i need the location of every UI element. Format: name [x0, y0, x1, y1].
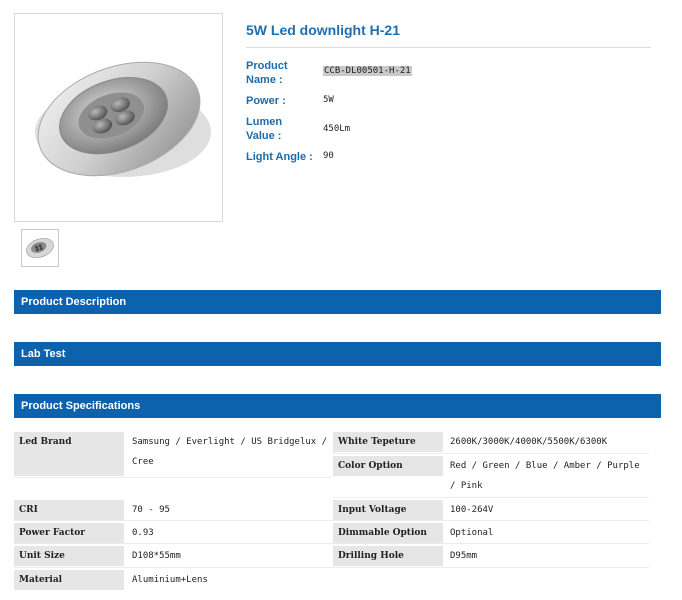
product-thumbnail[interactable]	[21, 229, 59, 267]
spec-label: Material	[14, 570, 124, 590]
field-value: 90	[323, 151, 334, 161]
spec-value: 2600K/3000K/4000K/5500K/6300K	[450, 437, 608, 447]
spec-value: Red / Green / Blue / Amber / Purple / Pi…	[450, 461, 640, 491]
spec-value: Samsung / Everlight / US Bridgelux / Cre…	[132, 437, 328, 467]
spec-label: CRI	[14, 500, 124, 520]
field-label: Lumen Value :	[246, 116, 283, 142]
field-value: CCB-DL00501-H-21	[323, 66, 412, 76]
table-row-divider	[14, 520, 649, 521]
table-row-divider	[333, 453, 649, 454]
field-label: Light Angle :	[246, 151, 313, 163]
title-divider	[246, 47, 651, 48]
table-row-divider	[14, 543, 649, 544]
section-product-specifications[interactable]: Product Specifications	[14, 394, 661, 418]
spec-value: D95mm	[450, 551, 478, 561]
spec-label: Dimmable Option	[333, 523, 443, 543]
spec-label: Led Brand	[14, 432, 124, 476]
spec-value: Aluminium+Lens	[132, 575, 208, 585]
spec-value: 70 - 95	[132, 505, 170, 515]
product-main-image	[14, 13, 223, 222]
spec-value: 0.93	[132, 528, 154, 538]
table-row-divider	[14, 477, 331, 478]
table-row-divider	[333, 497, 649, 498]
spec-label: Unit Size	[14, 546, 124, 566]
spec-label: Drilling Hole	[333, 546, 443, 566]
spec-label: Color Option	[333, 456, 443, 476]
spec-value: Optional	[450, 528, 494, 538]
table-row-divider	[14, 567, 649, 568]
field-value: 450Lm	[323, 124, 351, 134]
product-title: 5W Led downlight H-21	[246, 22, 400, 38]
field-label: Power :	[246, 95, 286, 107]
spec-label: White Tepeture	[333, 432, 443, 452]
section-product-description[interactable]: Product Description	[14, 290, 661, 314]
spec-value: 100-264V	[450, 505, 494, 515]
field-label: Product Name :	[246, 60, 288, 86]
field-value: 5W	[323, 95, 334, 105]
spec-label: Input Voltage	[333, 500, 443, 520]
spec-label: Power Factor	[14, 523, 124, 543]
section-lab-test[interactable]: Lab Test	[14, 342, 661, 366]
spec-value: D108*55mm	[132, 551, 181, 561]
